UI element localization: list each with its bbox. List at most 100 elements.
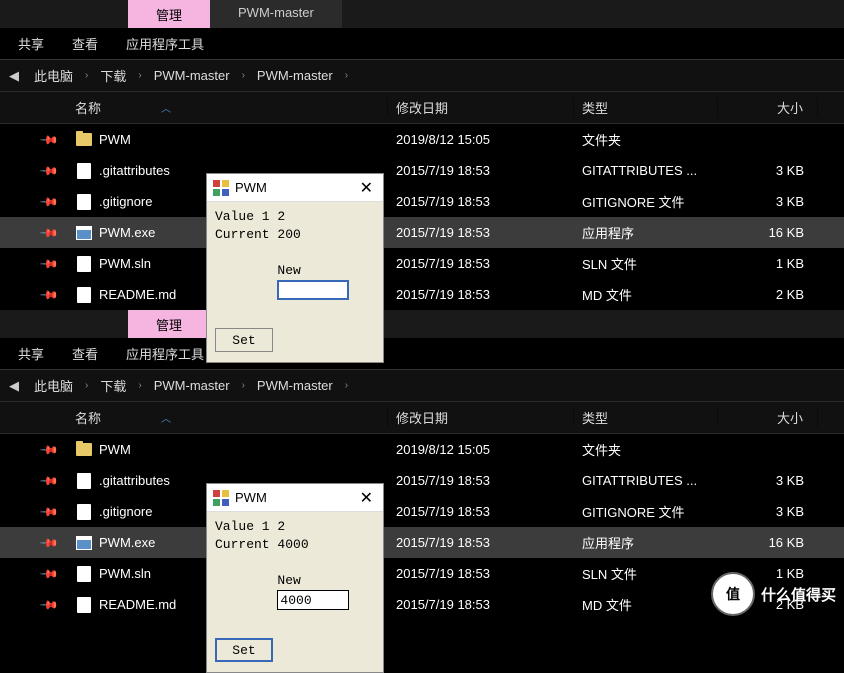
breadcrumb-item[interactable]: PWM-master — [144, 68, 240, 83]
file-row[interactable]: 📌.gitignore2015/7/19 18:53GITIGNORE 文件3 … — [0, 496, 844, 527]
file-date: 2015/7/19 18:53 — [388, 256, 574, 271]
file-type: GITATTRIBUTES ... — [574, 473, 718, 488]
pin-icon[interactable]: 📌 — [39, 160, 59, 180]
set-button[interactable]: Set — [215, 638, 273, 662]
pwm-dialog: PWM ✕ Value 1 2 Current 4000 New Set — [206, 483, 384, 673]
header-size[interactable]: 大小 — [718, 408, 818, 427]
ribbon-view[interactable]: 查看 — [58, 34, 112, 53]
exe-icon — [76, 226, 92, 240]
sort-asc-icon: ︿ — [161, 410, 171, 425]
file-name: PWM — [99, 132, 131, 147]
files-list: 📌PWM2019/8/12 15:05文件夹📌.gitattributes201… — [0, 124, 844, 310]
ribbon-view[interactable]: 查看 — [58, 344, 112, 363]
breadcrumb-item[interactable]: 此电脑 — [24, 376, 83, 395]
pin-icon[interactable]: 📌 — [39, 129, 59, 149]
dialog-titlebar[interactable]: PWM ✕ — [207, 174, 383, 202]
ribbon-row: 共享 查看 应用程序工具 — [0, 338, 844, 370]
chevron-right-icon: › — [240, 70, 247, 81]
file-row[interactable]: 📌PWM.sln2015/7/19 18:53SLN 文件1 KB — [0, 248, 844, 279]
file-icon — [77, 597, 91, 613]
pin-icon[interactable]: 📌 — [39, 253, 59, 273]
file-type: GITIGNORE 文件 — [574, 192, 718, 211]
header-size[interactable]: 大小 — [718, 98, 818, 117]
pin-icon[interactable]: 📌 — [39, 594, 59, 614]
header-date[interactable]: 修改日期 — [388, 98, 574, 117]
file-icon — [77, 163, 91, 179]
ribbon-share[interactable]: 共享 — [4, 344, 58, 363]
file-row[interactable]: 📌PWM2019/8/12 15:05文件夹 — [0, 434, 844, 465]
file-date: 2015/7/19 18:53 — [388, 225, 574, 240]
watermark-text: 什么值得买 — [761, 584, 836, 605]
ribbon-row: 共享 查看 应用程序工具 — [0, 28, 844, 60]
new-value-input[interactable] — [277, 590, 349, 610]
file-row[interactable]: 📌PWM2019/8/12 15:05文件夹 — [0, 124, 844, 155]
breadcrumb-item[interactable]: 下载 — [90, 66, 136, 85]
header-name[interactable]: 名称 ︿ — [0, 408, 388, 427]
tab-manage[interactable]: 管理 — [128, 310, 210, 338]
file-size: 3 KB — [718, 194, 818, 209]
close-icon[interactable]: ✕ — [356, 488, 377, 508]
chevron-right-icon: › — [136, 70, 143, 81]
header-type[interactable]: 类型 — [574, 408, 718, 427]
new-value-input[interactable] — [277, 280, 349, 300]
file-row[interactable]: 📌.gitignore2015/7/19 18:53GITIGNORE 文件3 … — [0, 186, 844, 217]
new-label: New — [277, 573, 300, 588]
chevron-right-icon: › — [83, 70, 90, 81]
chevron-left-icon[interactable]: ◀ — [4, 66, 24, 86]
pin-icon[interactable]: 📌 — [39, 284, 59, 304]
sort-asc-icon: ︿ — [161, 100, 171, 115]
header-date[interactable]: 修改日期 — [388, 408, 574, 427]
ribbon-tools[interactable]: 应用程序工具 — [112, 344, 218, 363]
ribbon-share[interactable]: 共享 — [4, 34, 58, 53]
file-type: MD 文件 — [574, 595, 718, 614]
exe-icon — [76, 536, 92, 550]
file-name: .gitattributes — [99, 163, 170, 178]
breadcrumb[interactable]: ◀ 此电脑 › 下载 › PWM-master › PWM-master › — [0, 60, 844, 92]
set-button[interactable]: Set — [215, 328, 273, 352]
file-row[interactable]: 📌.gitattributes2015/7/19 18:53GITATTRIBU… — [0, 465, 844, 496]
file-icon — [77, 566, 91, 582]
pin-icon[interactable]: 📌 — [39, 532, 59, 552]
breadcrumb-item[interactable]: 下载 — [90, 376, 136, 395]
tabs-row: 管理 PWM-master — [0, 0, 844, 28]
tab-manage[interactable]: 管理 — [128, 0, 210, 28]
watermark: 值 什么值得买 — [711, 572, 836, 616]
value-label: Value 1 2 — [215, 518, 375, 536]
file-row[interactable]: 📌.gitattributes2015/7/19 18:53GITATTRIBU… — [0, 155, 844, 186]
folder-icon — [76, 443, 92, 456]
current-label: Current 4000 — [215, 536, 375, 554]
file-type: 文件夹 — [574, 440, 718, 459]
file-row[interactable]: 📌PWM.exe2015/7/19 18:53应用程序16 KB — [0, 217, 844, 248]
ribbon-tools[interactable]: 应用程序工具 — [112, 34, 218, 53]
folder-icon — [76, 133, 92, 146]
breadcrumb-item[interactable]: PWM-master — [247, 378, 343, 393]
pin-icon[interactable]: 📌 — [39, 501, 59, 521]
breadcrumb-item[interactable]: PWM-master — [144, 378, 240, 393]
pin-icon[interactable]: 📌 — [39, 470, 59, 490]
tab-title[interactable]: PWM-master — [210, 0, 342, 28]
file-row[interactable]: 📌PWM.exe2015/7/19 18:53应用程序16 KB — [0, 527, 844, 558]
file-name: PWM.exe — [99, 535, 155, 550]
header-name[interactable]: 名称 ︿ — [0, 98, 388, 117]
header-type[interactable]: 类型 — [574, 98, 718, 117]
file-name: README.md — [99, 287, 176, 302]
pin-icon[interactable]: 📌 — [39, 439, 59, 459]
close-icon[interactable]: ✕ — [356, 178, 377, 198]
column-headers: 名称 ︿ 修改日期 类型 大小 — [0, 92, 844, 124]
file-size: 3 KB — [718, 504, 818, 519]
file-row[interactable]: 📌README.md2015/7/19 18:53MD 文件2 KB — [0, 279, 844, 310]
pin-icon[interactable]: 📌 — [39, 563, 59, 583]
file-date: 2015/7/19 18:53 — [388, 163, 574, 178]
dialog-titlebar[interactable]: PWM ✕ — [207, 484, 383, 512]
current-label: Current 200 — [215, 226, 375, 244]
file-type: 文件夹 — [574, 130, 718, 149]
file-date: 2015/7/19 18:53 — [388, 504, 574, 519]
chevron-left-icon[interactable]: ◀ — [4, 376, 24, 396]
dialog-title: PWM — [235, 180, 267, 195]
breadcrumb-item[interactable]: PWM-master — [247, 68, 343, 83]
file-type: GITIGNORE 文件 — [574, 502, 718, 521]
breadcrumb-item[interactable]: 此电脑 — [24, 66, 83, 85]
pin-icon[interactable]: 📌 — [39, 191, 59, 211]
breadcrumb[interactable]: ◀ 此电脑 › 下载 › PWM-master › PWM-master › — [0, 370, 844, 402]
pin-icon[interactable]: 📌 — [39, 222, 59, 242]
